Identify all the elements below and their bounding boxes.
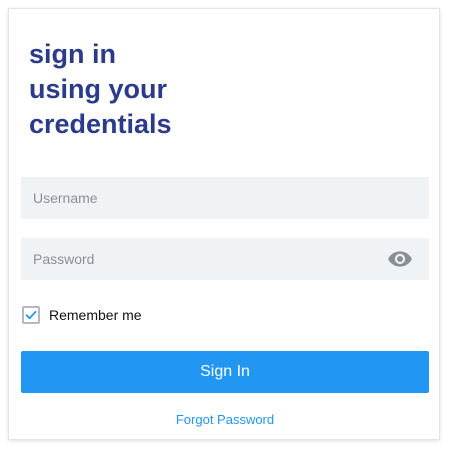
password-field-group	[21, 238, 429, 280]
checkmark-icon	[25, 310, 37, 320]
remember-me-checkbox[interactable]	[22, 306, 40, 324]
remember-me-label: Remember me	[49, 307, 142, 323]
password-input[interactable]	[21, 238, 429, 280]
username-input[interactable]	[21, 177, 429, 219]
forgot-password-link[interactable]: Forgot Password	[9, 412, 441, 427]
remember-me-option[interactable]: Remember me	[22, 305, 142, 325]
sign-in-button[interactable]: Sign In	[21, 351, 429, 393]
page-title: sign in using your credentials	[29, 39, 172, 139]
eye-icon[interactable]	[387, 250, 413, 268]
login-card: sign in using your credentials Remember …	[8, 8, 440, 440]
